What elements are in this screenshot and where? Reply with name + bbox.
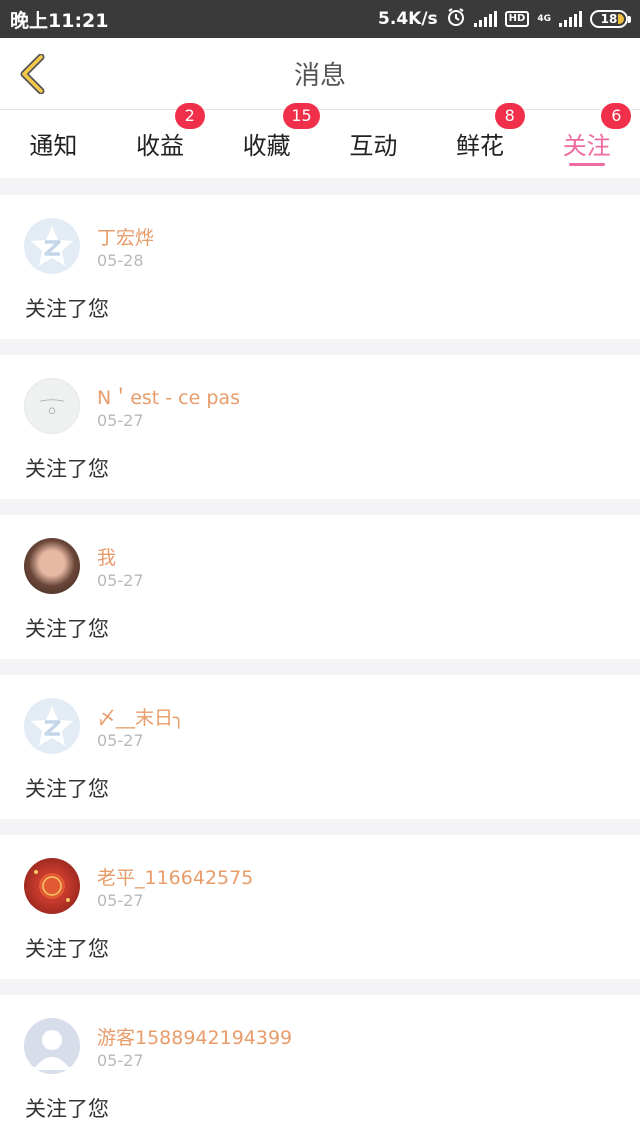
list-item[interactable]: 〆__末日╮ 05-27 关注了您: [0, 675, 640, 819]
network-type: 4G: [537, 13, 551, 24]
status-icons: 5.4K/s HD 4G 18: [378, 7, 631, 32]
back-button[interactable]: [14, 54, 50, 94]
tab-follow[interactable]: 关注 6: [533, 103, 640, 178]
count-badge: 2: [174, 103, 205, 129]
tab-label: 关注: [562, 131, 611, 160]
message-text: 关注了您: [25, 617, 109, 641]
count-badge: 15: [283, 103, 320, 129]
user-name[interactable]: 〆__末日╮: [97, 703, 184, 730]
tab-earnings[interactable]: 收益 2: [107, 103, 214, 178]
tab-favorites[interactable]: 收藏 15: [213, 103, 320, 178]
chevron-left-icon: [20, 54, 45, 94]
tab-label: 收益: [136, 131, 184, 160]
page-title: 消息: [293, 61, 346, 91]
network-speed: 5.4K/s: [378, 9, 438, 29]
alarm-icon: [446, 7, 466, 32]
message-date: 05-27: [97, 731, 144, 750]
tab-interaction[interactable]: 互动: [320, 110, 427, 178]
status-time: 晚上11:21: [10, 9, 109, 32]
tab-label: 互动: [349, 131, 398, 160]
user-name[interactable]: 游客1588942194399: [97, 1023, 292, 1050]
message-text: 关注了您: [25, 297, 109, 321]
list-item[interactable]: 丁宏烨 05-28 关注了您: [0, 195, 640, 339]
list-item[interactable]: N＇est - ce pas 05-27 关注了您: [0, 355, 640, 499]
message-text: 关注了您: [25, 457, 109, 481]
message-date: 05-28: [97, 251, 144, 270]
list-item[interactable]: 游客1588942194399 05-27 关注了您: [0, 995, 640, 1138]
photo-avatar[interactable]: [24, 538, 80, 594]
tab-label: 收藏: [242, 131, 291, 160]
message-date: 05-27: [97, 891, 144, 910]
count-badge: 8: [494, 103, 525, 129]
list-item[interactable]: 我 05-27 关注了您: [0, 515, 640, 659]
tab-notice[interactable]: 通知: [0, 110, 107, 178]
status-bar: 晚上11:21 5.4K/s HD 4G 18: [0, 0, 640, 38]
user-name[interactable]: N＇est - ce pas: [97, 383, 240, 410]
user-name[interactable]: 我: [97, 543, 116, 570]
tab-label: 通知: [29, 131, 78, 160]
message-date: 05-27: [97, 411, 144, 430]
guest-avatar-icon[interactable]: [24, 1018, 80, 1074]
list-item[interactable]: 老平_116642575 05-27 关注了您: [0, 835, 640, 979]
default-avatar-icon[interactable]: [24, 698, 80, 754]
hd-icon: HD: [504, 11, 530, 27]
battery-level: 18: [600, 12, 618, 26]
signal-icon-2: [559, 11, 582, 27]
tab-bar: 通知 收益 2 收藏 15 互动 鲜花 8 关注 6: [0, 103, 640, 178]
red-lantern-avatar[interactable]: [24, 858, 80, 914]
message-list: 丁宏烨 05-28 关注了您 N＇est - ce pas 05-27 关注了您…: [0, 178, 640, 1138]
message-date: 05-27: [97, 1051, 144, 1070]
header: 消息: [0, 38, 640, 110]
user-name[interactable]: 丁宏烨: [97, 223, 154, 250]
tab-flowers[interactable]: 鲜花 8: [427, 103, 534, 178]
user-name[interactable]: 老平_116642575: [97, 863, 253, 890]
signal-icon: [473, 11, 497, 27]
message-text: 关注了您: [25, 937, 109, 961]
tab-label: 鲜花: [456, 131, 505, 160]
message-text: 关注了您: [25, 1097, 109, 1121]
message-date: 05-27: [97, 571, 144, 590]
battery-icon: 18: [590, 10, 631, 28]
count-badge: 6: [601, 103, 632, 129]
sketch-avatar[interactable]: [24, 378, 80, 434]
default-avatar-icon[interactable]: [24, 218, 80, 274]
message-text: 关注了您: [25, 777, 109, 801]
